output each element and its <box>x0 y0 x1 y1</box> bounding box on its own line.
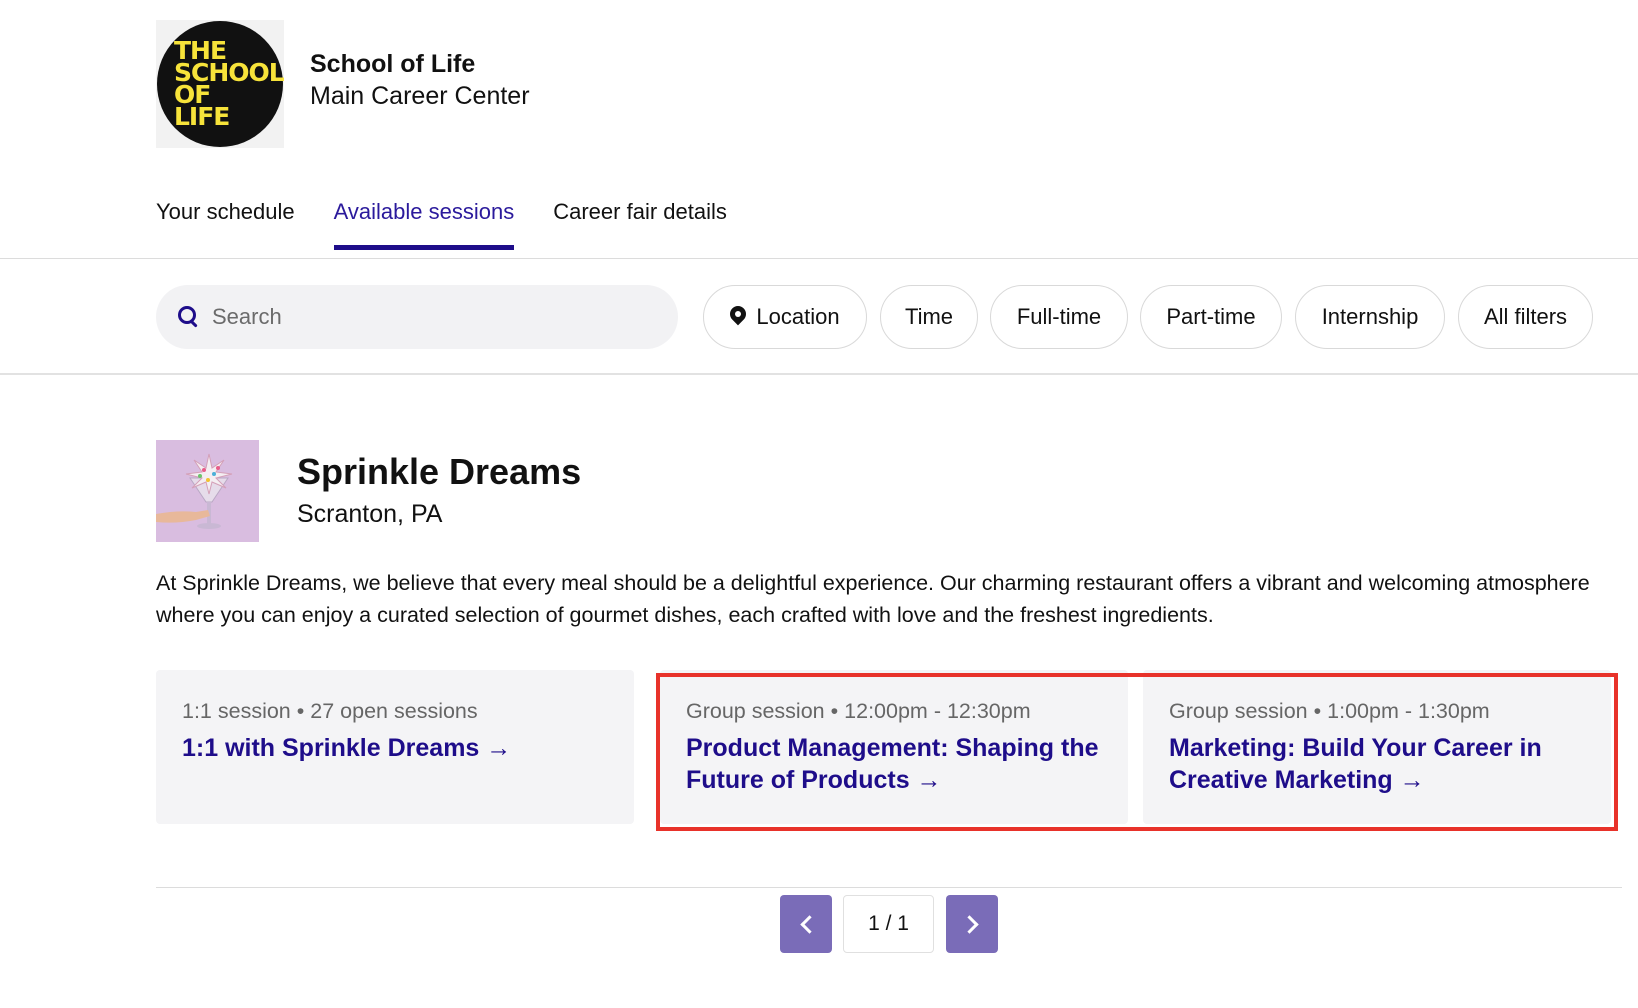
filter-all-filters-label: All filters <box>1483 304 1568 329</box>
separator-dot: • <box>296 699 305 723</box>
search-box[interactable] <box>156 285 678 349</box>
filter-internship[interactable]: Internship <box>1295 285 1445 349</box>
filter-divider <box>0 373 1638 375</box>
session-type: Group session <box>1169 699 1308 723</box>
session-title-link[interactable]: Product Management: Shaping the Future o… <box>686 732 1102 796</box>
filter-full-time-label: Full-time <box>1016 304 1102 329</box>
employer-location: Scranton, PA <box>297 500 443 528</box>
logo-line-3: OF LIFE <box>174 80 230 131</box>
tabs-divider <box>0 258 1638 259</box>
session-type: Group session <box>686 699 825 723</box>
session-meta: Group session • 1:00pm - 1:30pm <box>1169 696 1585 726</box>
employer-name: Sprinkle Dreams <box>297 451 582 492</box>
session-card-1on1[interactable]: 1:1 session • 27 open sessions 1:1 with Sp… <box>156 670 634 824</box>
chevron-left-icon <box>799 914 819 934</box>
filter-part-time-label: Part-time <box>1166 304 1256 329</box>
tab-your-schedule[interactable]: Your schedule <box>156 196 295 250</box>
school-of-life-logo: THE SCHOOL OF LIFE <box>157 21 285 147</box>
filter-full-time[interactable]: Full-time <box>990 285 1128 349</box>
session-meta: 1:1 session • 27 open sessions <box>182 696 608 726</box>
sprinkle-cocktail-illustration <box>156 440 259 542</box>
session-time: 12:00pm - 12:30pm <box>844 699 1031 723</box>
chevron-right-icon <box>959 914 979 934</box>
filter-time[interactable]: Time <box>880 285 978 349</box>
previous-page-button[interactable] <box>780 895 832 953</box>
session-detail: 27 open sessions <box>310 699 478 723</box>
org-name: School of Life <box>310 50 476 78</box>
tab-available-sessions[interactable]: Available sessions <box>333 196 515 250</box>
filter-time-label: Time <box>904 304 954 329</box>
session-meta: Group session • 12:00pm - 12:30pm <box>686 696 1102 726</box>
search-input[interactable] <box>212 304 632 330</box>
location-pin-icon <box>730 306 746 328</box>
org-info: School of Life Main Career Center <box>310 48 530 112</box>
next-page-button[interactable] <box>946 895 998 953</box>
org-header: THE SCHOOL OF LIFE School of Life Main C… <box>156 20 530 148</box>
separator-dot: • <box>830 699 839 723</box>
session-time: 1:00pm - 1:30pm <box>1327 699 1490 723</box>
page-indicator: 1 / 1 <box>843 895 934 953</box>
org-logo: THE SCHOOL OF LIFE <box>156 20 285 148</box>
session-type: 1:1 session <box>182 699 291 723</box>
tab-bar: Your schedule Available sessions Career … <box>156 196 766 250</box>
search-icon <box>176 304 202 330</box>
org-subtitle: Main Career Center <box>310 82 530 110</box>
separator-dot: • <box>1313 699 1322 723</box>
filter-location[interactable]: Location <box>703 285 867 349</box>
employer-description: At Sprinkle Dreams, we believe that ever… <box>156 571 1590 627</box>
filter-part-time[interactable]: Part-time <box>1140 285 1282 349</box>
filter-internship-label: Internship <box>1321 304 1419 329</box>
filter-location-label: Location <box>756 304 840 329</box>
filter-all-filters[interactable]: All filters <box>1458 285 1593 349</box>
session-card-product-management[interactable]: Group session • 12:00pm - 12:30pm Product … <box>660 670 1128 824</box>
session-title-link[interactable]: 1:1 with Sprinkle Dreams → <box>182 732 608 764</box>
employer-image <box>156 440 259 542</box>
session-title-link[interactable]: Marketing: Build Your Career in Creative… <box>1169 732 1585 796</box>
session-card-marketing[interactable]: Group session • 1:00pm - 1:30pm Marketing:… <box>1143 670 1611 824</box>
pagination-divider <box>156 887 1622 888</box>
tab-career-fair-details[interactable]: Career fair details <box>553 196 727 250</box>
